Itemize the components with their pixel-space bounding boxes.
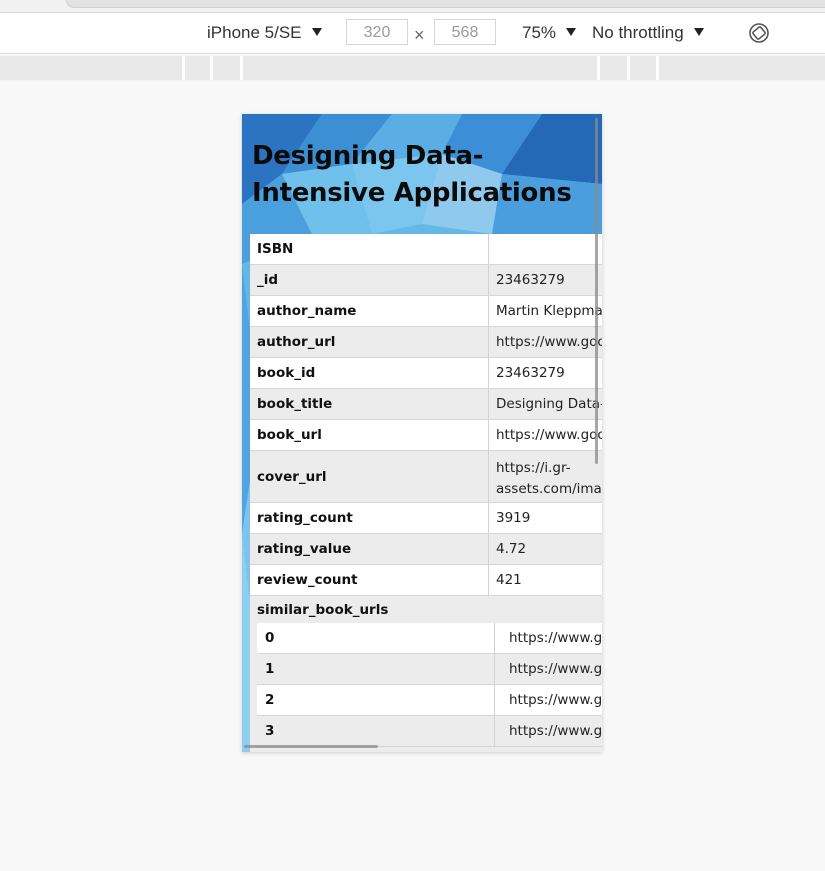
column-divider [488,420,489,450]
nested-row: 0 https://www.goo [257,623,602,654]
row-key: book_title [257,396,333,412]
row-link[interactable]: https://i.gr- assets.com/imag [496,458,602,500]
zoom-select[interactable]: 75% [522,23,577,43]
column-divider [488,503,489,533]
nested-index: 3 [265,723,275,739]
throttling-select[interactable]: No throttling [592,23,704,43]
nested-link[interactable]: https://www.goo [509,661,602,677]
browser-top-chrome [0,0,825,13]
nested-index: 0 [265,630,275,646]
table-row: ISBN [250,234,602,265]
row-value: 4.72 [496,541,527,557]
column-divider [494,654,495,684]
row-key: book_id [257,365,316,381]
dimension-separator: × [414,25,425,45]
ruler-marker [182,56,185,80]
row-key: book_url [257,427,322,443]
table-row: author_url https://www.goo [250,327,602,358]
column-divider [488,296,489,326]
cover-url-line: assets.com/imag [496,481,602,497]
device-viewport: Designing Data-Intensive Applications IS… [242,114,602,752]
nested-link[interactable]: https://www.goo [509,723,602,739]
column-divider [488,451,489,502]
row-key: rating_count [257,510,353,526]
row-link[interactable]: https://www.goo [496,427,602,443]
width-input[interactable]: 320 [346,19,408,45]
zoom-value: 75% [522,23,557,42]
horizontal-scrollbar[interactable] [244,745,378,748]
chevron-down-icon [311,28,322,36]
nested-row: 1 https://www.goo [257,654,602,685]
table-row: book_url https://www.goo [250,420,602,451]
nested-row: 3 https://www.goo [257,716,602,747]
table-row: book_id 23463279 [250,358,602,389]
column-divider [488,327,489,357]
row-key: cover_url [257,469,327,485]
column-divider [494,716,495,746]
row-link[interactable]: https://www.goo [496,334,602,350]
ruler-marker [210,56,213,80]
device-toolbar: iPhone 5/SE 320 × 568 75% No throttling [0,13,825,54]
row-key: rating_value [257,541,352,557]
nested-link[interactable]: https://www.goo [509,692,602,708]
table-row: review_count 421 [250,565,602,596]
nested-index: 2 [265,692,275,708]
row-key: ISBN [257,241,294,257]
media-query-bar [0,56,825,81]
ruler-marker [656,56,659,80]
row-value: 3919 [496,510,531,526]
row-key: _id [257,272,279,288]
chevron-down-icon [566,28,577,36]
vertical-scrollbar[interactable] [595,118,598,464]
row-value: 23463279 [496,365,565,381]
height-input[interactable]: 568 [434,19,496,45]
ruler-marker [240,56,243,80]
device-select[interactable]: iPhone 5/SE [207,23,322,43]
column-divider [488,534,489,564]
row-key: review_count [257,572,358,588]
rotate-icon [749,23,769,43]
throttling-value: No throttling [592,23,684,42]
rotate-button[interactable] [748,22,770,44]
ruler-marker [627,56,630,80]
ruler-marker [597,56,600,80]
row-key: author_name [257,303,357,319]
table-row: book_title Designing Data-I [250,389,602,420]
row-value: 23463279 [496,272,565,288]
device-name: iPhone 5/SE [207,23,302,42]
table-row: rating_value 4.72 [250,534,602,565]
similar-books-row: similar_book_urls 0 https://www.goo 1 ht… [250,596,602,752]
column-divider [488,358,489,388]
table-row: _id 23463279 [250,265,602,296]
tab-strip [66,0,825,8]
column-divider [488,565,489,595]
cover-url-line: https://i.gr- [496,460,571,476]
nested-link[interactable]: https://www.goo [509,630,602,646]
column-divider [494,685,495,715]
table-row: cover_url https://i.gr- assets.com/imag [250,451,602,503]
nested-row: 2 https://www.goo [257,685,602,716]
column-divider [488,265,489,295]
chevron-down-icon [693,28,704,36]
row-key: similar_book_urls [257,602,389,618]
table-row: rating_count 3919 [250,503,602,534]
table-row: author_name Martin Kleppmar [250,296,602,327]
page-title: Designing Data-Intensive Applications [252,141,572,208]
row-key: author_url [257,334,336,350]
row-value: 421 [496,572,522,588]
column-divider [494,623,495,653]
row-value: Martin Kleppmar [496,303,602,319]
row-value: Designing Data-I [496,396,602,412]
nested-index: 1 [265,661,275,677]
column-divider [488,234,489,264]
column-divider [488,389,489,419]
